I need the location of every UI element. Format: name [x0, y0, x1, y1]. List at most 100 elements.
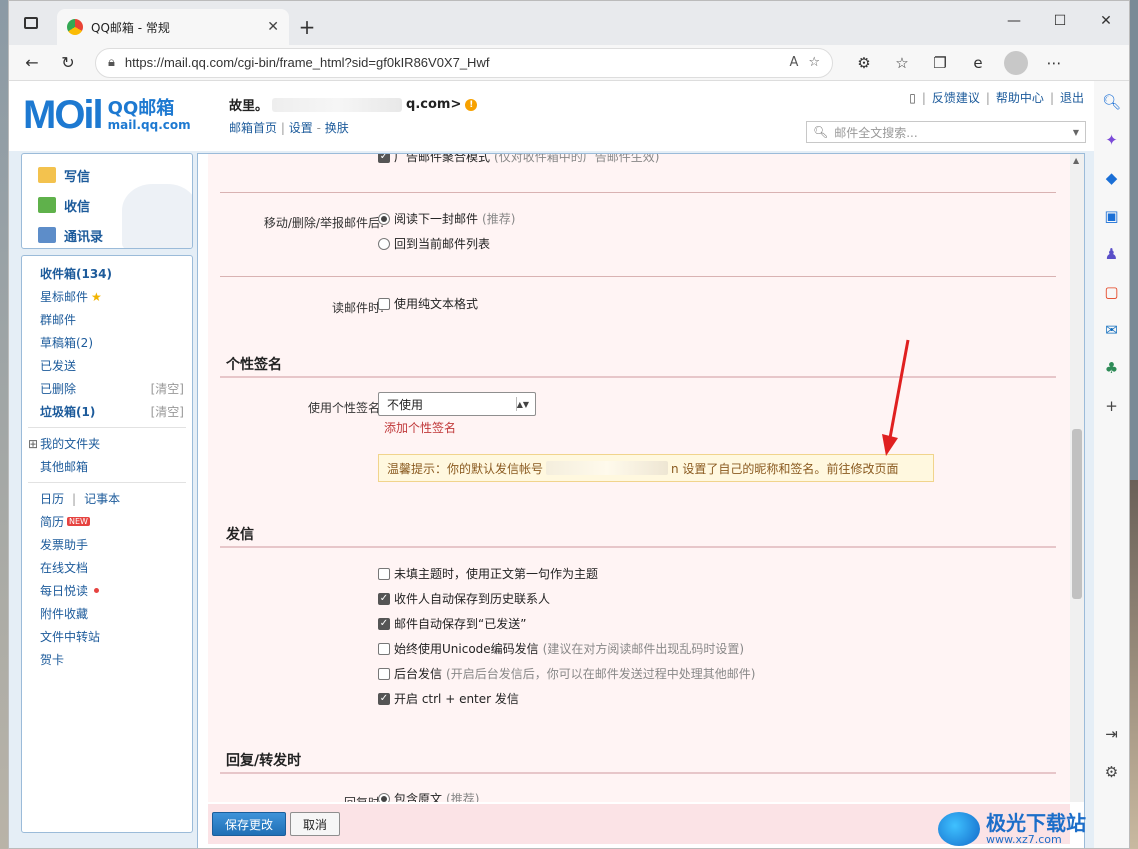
logout-link[interactable]: 退出: [1060, 89, 1084, 106]
unicode-checkbox[interactable]: [378, 642, 390, 655]
save-sent-option[interactable]: ✓ 邮件自动保存到“已发送”: [378, 615, 526, 632]
save-contacts-checkbox[interactable]: ✓: [378, 592, 390, 605]
include-original-option[interactable]: 包含原文 (推荐): [378, 790, 479, 802]
go-modify-link[interactable]: 前往修改页面: [826, 460, 898, 477]
address-url[interactable]: https://mail.qq.com/cgi-bin/frame_html?s…: [125, 55, 780, 70]
save-changes-button[interactable]: 保存更改: [212, 812, 287, 836]
address-bar[interactable]: 🔒︎ https://mail.qq.com/cgi-bin/frame_htm…: [95, 47, 833, 78]
sidebar-add-icon[interactable]: +: [1101, 395, 1123, 417]
read-aloud-icon[interactable]: A: [789, 55, 798, 70]
sidebar-item-cards[interactable]: 贺卡: [22, 648, 192, 671]
sidebar-item-transfer[interactable]: 文件中转站: [22, 625, 192, 648]
favorites-icon[interactable]: ☆: [887, 48, 917, 78]
signature-select[interactable]: 不使用 ▲▼: [378, 392, 536, 416]
extensions-icon[interactable]: ⚙: [849, 48, 879, 78]
include-original-radio[interactable]: [378, 792, 390, 802]
subject-from-body-checkbox[interactable]: [378, 567, 390, 580]
sidebar-item-inbox[interactable]: 收件箱(134): [22, 262, 192, 285]
close-window-icon[interactable]: ✕: [1083, 1, 1129, 41]
background-send-checkbox[interactable]: [378, 667, 390, 680]
calendar-link[interactable]: 日历: [40, 490, 64, 507]
contacts-label: 通讯录: [64, 229, 104, 245]
background-send-option[interactable]: 后台发信 (开启后台发信后，你可以在邮件发送过程中处理其他邮件): [378, 665, 755, 682]
sidebar-item-docs[interactable]: 在线文档: [22, 556, 192, 579]
sidebar-collapse-icon[interactable]: ⇥: [1101, 723, 1123, 745]
sidebar-item-my-folders[interactable]: ⊞ 我的文件夹: [22, 432, 192, 455]
skin-link[interactable]: 换肤: [325, 121, 349, 135]
sidebar-games-icon[interactable]: ♟: [1101, 243, 1123, 265]
read-next-radio[interactable]: [378, 212, 390, 225]
help-link[interactable]: 帮助中心: [996, 89, 1044, 106]
search-dropdown-icon[interactable]: ▼: [1073, 128, 1079, 137]
subject-from-body-option[interactable]: 未填主题时，使用正文第一句作为主题: [378, 565, 598, 582]
settings-link[interactable]: 设置: [289, 121, 313, 135]
scrollbar-thumb[interactable]: [1072, 429, 1082, 599]
scroll-up-icon[interactable]: ▲: [1073, 156, 1079, 165]
close-tab-icon[interactable]: ✕: [267, 19, 279, 35]
tip-box: 温馨提示：你的默认发信帐号 n 设置了自己的昵称和签名。 前往修改页面: [378, 454, 934, 482]
ad-aggregation-option[interactable]: ✓ 广告邮件聚合模式 (仅对收件箱中的广告邮件生效): [378, 154, 659, 165]
ad-aggregation-checkbox[interactable]: ✓: [378, 154, 390, 163]
group-label: 群邮件: [40, 313, 77, 327]
unicode-option[interactable]: 始终使用Unicode编码发信 (建议在对方阅读邮件出现乱码时设置): [378, 640, 744, 657]
sidebar-item-invoice[interactable]: 发票助手: [22, 533, 192, 556]
mailbox-home-link[interactable]: 邮箱首页: [229, 121, 277, 135]
feedback-link[interactable]: 反馈建议: [932, 89, 980, 106]
sidebar-item-spam[interactable]: 垃圾箱(1) [清空]: [22, 400, 192, 423]
lock-icon[interactable]: 🔒︎: [108, 55, 115, 70]
save-sent-checkbox[interactable]: ✓: [378, 617, 390, 630]
refresh-icon[interactable]: ↻: [53, 48, 83, 78]
minimize-icon[interactable]: —: [991, 1, 1037, 41]
sidebar-item-sent[interactable]: 已发送: [22, 354, 192, 377]
sidebar-tree-icon[interactable]: ♣: [1101, 357, 1123, 379]
back-to-list-radio[interactable]: [378, 237, 390, 250]
mobile-icon[interactable]: ▯: [909, 91, 916, 105]
add-favorite-icon[interactable]: ☆: [808, 55, 820, 70]
sidebar-item-drafts[interactable]: 草稿箱(2): [22, 331, 192, 354]
browser-tab[interactable]: QQ邮箱 - 常规 ✕: [57, 9, 289, 45]
ctrl-enter-checkbox[interactable]: ✓: [378, 692, 390, 705]
search-input[interactable]: 🔍︎ 邮件全文搜索... ▼: [806, 121, 1086, 143]
read-next-option[interactable]: 阅读下一封邮件 (推荐): [378, 210, 515, 227]
clear-deleted-link[interactable]: [清空]: [151, 380, 184, 397]
maximize-icon[interactable]: ☐: [1037, 1, 1083, 41]
cancel-button[interactable]: 取消: [290, 812, 341, 836]
notebook-link[interactable]: 记事本: [84, 490, 120, 507]
sidebar-tools-icon[interactable]: ▣: [1101, 205, 1123, 227]
sidebar-item-starred[interactable]: 星标邮件 ★: [22, 285, 192, 308]
edge-icon[interactable]: e: [963, 48, 993, 78]
expand-icon[interactable]: ⊞: [28, 437, 38, 451]
sidebar-copilot-icon[interactable]: ✦: [1101, 129, 1123, 151]
sidebar-item-daily[interactable]: 每日悦读: [22, 579, 192, 602]
sidebar-settings-icon[interactable]: ⚙: [1101, 761, 1123, 783]
new-tab-button[interactable]: +: [289, 9, 325, 45]
tip-prefix: 温馨提示：你的默认发信帐号: [387, 461, 544, 476]
plain-text-option[interactable]: 使用纯文本格式: [378, 295, 478, 312]
plain-text-checkbox[interactable]: [378, 297, 390, 310]
back-arrow-icon[interactable]: ←: [17, 48, 47, 78]
sidebar-item-resume[interactable]: 简历 NEW: [22, 510, 192, 533]
sidebar-item-deleted[interactable]: 已删除 [清空]: [22, 377, 192, 400]
plain-text-label: 使用纯文本格式: [394, 297, 479, 311]
sidebar-office-icon[interactable]: ▢: [1101, 281, 1123, 303]
folder-divider: [28, 427, 186, 428]
ctrl-enter-option[interactable]: ✓ 开启 ctrl + enter 发信: [378, 690, 519, 707]
warning-icon[interactable]: !: [465, 98, 478, 111]
sidebar-shopping-icon[interactable]: ◆: [1101, 167, 1123, 189]
profile-avatar-icon[interactable]: [1001, 48, 1031, 78]
more-menu-icon[interactable]: ⋯: [1039, 48, 1069, 78]
clear-spam-link[interactable]: [清空]: [151, 403, 184, 420]
qq-mail-logo[interactable]: MOil QQ邮箱 mail.qq.com: [23, 93, 191, 138]
sidebar-item-attachments[interactable]: 附件收藏: [22, 602, 192, 625]
add-signature-link[interactable]: 添加个性签名: [384, 419, 456, 436]
back-to-list-option[interactable]: 回到当前邮件列表: [378, 235, 490, 252]
sidebar-search-icon[interactable]: 🔍︎: [1101, 91, 1123, 113]
save-contacts-option[interactable]: ✓ 收件人自动保存到历史联系人: [378, 590, 550, 607]
sidebar-item-group[interactable]: 群邮件: [22, 308, 192, 331]
collections-icon[interactable]: ❐: [925, 48, 955, 78]
sidebar-item-other-mail[interactable]: 其他邮箱: [22, 455, 192, 478]
settings-scrollbar[interactable]: ▲: [1070, 154, 1084, 802]
sidebar-outlook-icon[interactable]: ✉: [1101, 319, 1123, 341]
tip-suffix: n 设置了自己的昵称和签名。: [671, 461, 827, 476]
tab-actions-button[interactable]: [9, 1, 53, 45]
